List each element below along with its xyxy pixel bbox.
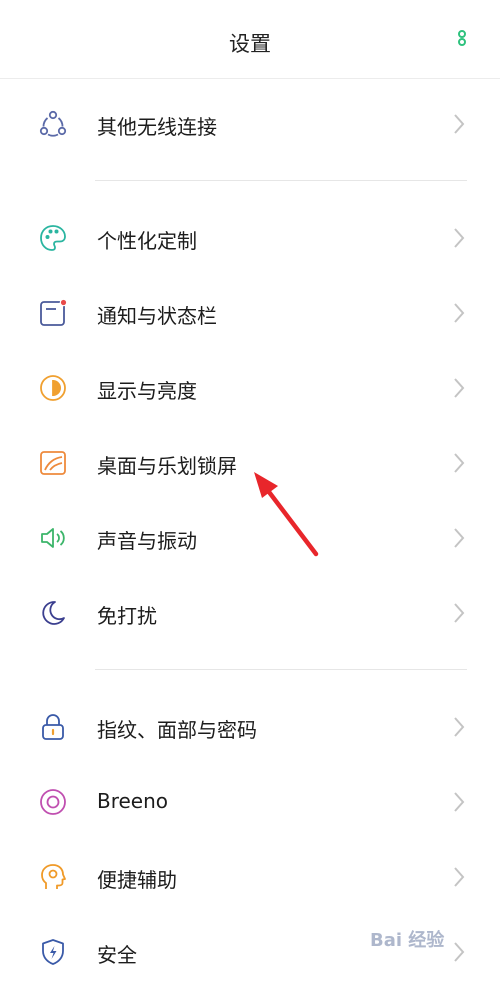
watermark-logo: Bai 经验 [370,930,445,951]
settings-item-label: 其他无线连接 [97,115,217,139]
settings-item-do-not-disturb[interactable]: 免打扰 [0,583,500,643]
settings-item-label: 显示与亮度 [97,379,197,403]
chevron-right-icon [452,865,466,889]
settings-item-personalization[interactable]: 个性化定制 [0,208,500,268]
brightness-icon [38,373,68,403]
settings-item-wireless[interactable]: 其他无线连接 [0,94,500,154]
settings-item-display[interactable]: 显示与亮度 [0,358,500,418]
notification-icon [38,298,68,328]
chevron-right-icon [452,526,466,550]
settings-item-label: Breeno [97,789,169,813]
settings-item-notifications[interactable]: 通知与状态栏 [0,283,500,343]
section-divider [95,669,467,670]
wireless-connection-icon [38,109,68,139]
settings-item-label: 安全 [97,943,137,967]
chevron-right-icon [452,451,466,475]
chevron-right-icon [452,226,466,250]
annotation-arrow-icon [248,462,328,562]
settings-item-label: 通知与状态栏 [97,304,217,328]
section-divider [95,180,467,181]
page-title: 设置 [229,32,271,56]
settings-item-label: 桌面与乐划锁屏 [97,454,237,478]
wallpaper-icon [38,448,68,478]
chevron-right-icon [452,790,466,814]
settings-item-label: 个性化定制 [97,229,197,253]
chevron-right-icon [452,301,466,325]
settings-item-label: 声音与振动 [97,529,197,553]
chevron-right-icon [452,715,466,739]
chevron-right-icon [452,376,466,400]
app-header: 设置 [0,0,500,79]
settings-item-convenience-assist[interactable]: 便捷辅助 [0,847,500,907]
assist-head-icon [38,862,68,892]
settings-item-label: 免打扰 [97,604,157,628]
more-options-icon[interactable] [454,30,470,54]
shield-icon [38,937,68,967]
chevron-right-icon [452,601,466,625]
moon-icon [38,598,68,628]
settings-item-label: 便捷辅助 [97,868,177,892]
speaker-icon [38,523,68,553]
breeno-icon [38,787,68,817]
chevron-right-icon [452,112,466,136]
palette-icon [38,223,68,253]
lock-icon [38,712,68,742]
settings-item-fingerprint-face-password[interactable]: 指纹、面部与密码 [0,697,500,757]
settings-item-label: 指纹、面部与密码 [97,718,257,742]
settings-item-breeno[interactable]: Breeno [0,772,500,832]
